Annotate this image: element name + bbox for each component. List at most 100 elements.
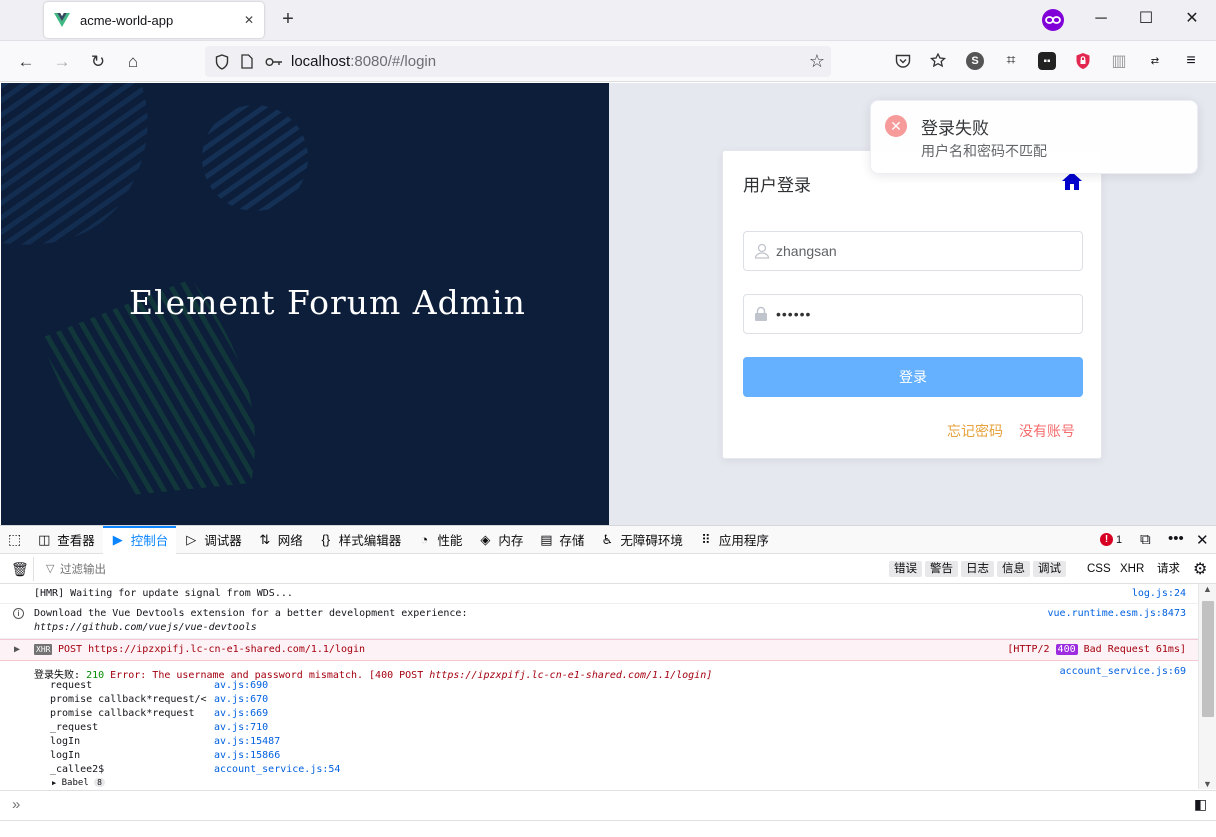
filter-errors-button[interactable]: 错误 bbox=[889, 561, 922, 577]
filter-info-button[interactable]: 信息 bbox=[997, 561, 1030, 577]
translate-icon[interactable]: ⇄ bbox=[1146, 52, 1164, 70]
security-shield-icon[interactable] bbox=[1074, 52, 1092, 70]
close-devtools-icon[interactable]: ✕ bbox=[1196, 531, 1209, 549]
bottom-edge bbox=[0, 820, 1216, 837]
extensions-icon[interactable] bbox=[929, 52, 947, 70]
xhr-request-text: POST https://ipzxpifj.lc-cn-e1-shared.co… bbox=[58, 644, 366, 655]
element-picker-icon[interactable]: ⬚ bbox=[0, 526, 29, 554]
filter-input[interactable]: 过滤输出 bbox=[60, 561, 106, 577]
sidebar-toggle-icon[interactable]: ◧ bbox=[1194, 796, 1207, 813]
tab-network[interactable]: ⇅ 网络 bbox=[250, 526, 311, 554]
tab-debugger[interactable]: ▷ 调试器 bbox=[176, 526, 250, 554]
filter-debug-button[interactable]: 调试 bbox=[1033, 561, 1066, 577]
close-window-button[interactable]: ✕ bbox=[1181, 8, 1203, 30]
error-line: 登录失败: 210 Error: The username and passwo… bbox=[34, 666, 712, 681]
notification-message: 用户名和密码不匹配 bbox=[921, 143, 1047, 159]
pocket-icon[interactable] bbox=[894, 52, 912, 70]
tab-storage[interactable]: ▤ 存储 bbox=[531, 526, 592, 554]
status-text: Bad Request 61ms] bbox=[1083, 644, 1186, 655]
forward-icon[interactable]: → bbox=[50, 50, 74, 74]
stack-function: logIn bbox=[50, 750, 81, 761]
bookmark-star-icon[interactable]: ☆ bbox=[809, 51, 825, 72]
reload-icon[interactable]: ↻ bbox=[86, 50, 110, 74]
stack-location[interactable]: av.js:690 bbox=[214, 680, 268, 691]
notification-title: 登录失败 bbox=[921, 119, 989, 138]
tab-label: 存储 bbox=[559, 534, 585, 548]
username-field[interactable]: zhangsan bbox=[743, 231, 1083, 271]
tab-label: 应用程序 bbox=[718, 534, 769, 548]
user-icon bbox=[754, 243, 770, 259]
stack-location[interactable]: av.js:669 bbox=[214, 708, 268, 719]
tab-style-editor[interactable]: {} 样式编辑器 bbox=[311, 526, 410, 554]
new-tab-button[interactable]: + bbox=[276, 8, 300, 32]
browser-tab[interactable]: acme-world-app ✕ bbox=[44, 2, 264, 38]
brand-title: Element Forum Admin bbox=[129, 283, 526, 322]
forgot-password-link[interactable]: 忘记密码 bbox=[947, 421, 1003, 441]
console-row: i Download the Vue Devtools extension fo… bbox=[0, 604, 1198, 639]
s-extension-icon[interactable]: S bbox=[966, 52, 984, 70]
tab-console[interactable]: ▶ 控制台 bbox=[102, 525, 177, 554]
log-link[interactable]: https://github.com/vuejs/vue-devtools bbox=[34, 622, 257, 633]
error-counter[interactable]: ! 1 bbox=[1100, 533, 1122, 546]
error-url[interactable]: https://ipzxpifj.lc-cn-e1-shared.com/1.1… bbox=[429, 670, 712, 681]
stack-location[interactable]: account_service.js:54 bbox=[214, 764, 340, 775]
tab-inspector[interactable]: ◫ 查看器 bbox=[29, 526, 103, 554]
stack-function: promise callback*request/< bbox=[50, 694, 207, 705]
trash-icon[interactable]: 🗑 bbox=[11, 561, 29, 578]
more-options-icon[interactable]: ••• bbox=[1168, 530, 1184, 547]
settings-gear-icon[interactable]: ⚙ bbox=[1193, 559, 1207, 579]
tab-memory[interactable]: ◈ 内存 bbox=[470, 526, 531, 554]
filter-funnel-icon: ▽ bbox=[46, 563, 55, 575]
crop-icon[interactable]: ⌗ bbox=[1002, 52, 1020, 70]
password-field[interactable]: •••••• bbox=[743, 294, 1083, 334]
tab-label: 样式编辑器 bbox=[338, 534, 402, 548]
url-path: :8080/#/login bbox=[350, 53, 437, 70]
filter-warnings-button[interactable]: 警告 bbox=[925, 561, 958, 577]
close-tab-icon[interactable]: ✕ bbox=[244, 13, 254, 27]
home-icon[interactable]: ⌂ bbox=[121, 50, 145, 74]
scroll-up-icon[interactable]: ▲ bbox=[1203, 584, 1212, 594]
tab-label: 控制台 bbox=[130, 534, 169, 548]
xhr-error-row[interactable]: ▶ XHR POST https://ipzxpifj.lc-cn-e1-sha… bbox=[0, 639, 1198, 661]
log-source-link[interactable]: vue.runtime.esm.js:8473 bbox=[1048, 608, 1186, 619]
console-input[interactable]: » ◧ bbox=[0, 790, 1216, 820]
reader-icon[interactable]: ▥ bbox=[1110, 52, 1128, 70]
scrollbar-thumb[interactable] bbox=[1202, 601, 1214, 717]
stack-location[interactable]: av.js:15866 bbox=[214, 750, 280, 761]
log-message: Download the Vue Devtools extension for … bbox=[34, 608, 468, 619]
error-notification: ✕ 登录失败 用户名和密码不匹配 bbox=[870, 100, 1198, 174]
filter-css-button[interactable]: CSS bbox=[1087, 561, 1111, 577]
stack-location[interactable]: av.js:670 bbox=[214, 694, 268, 705]
expand-arrow-icon[interactable]: ▶ bbox=[14, 644, 20, 655]
dark-extension-icon[interactable]: ▪▪ bbox=[1038, 52, 1056, 70]
stack-location[interactable]: av.js:710 bbox=[214, 722, 268, 733]
filter-logs-button[interactable]: 日志 bbox=[961, 561, 994, 577]
console-scrollbar[interactable]: ▲ ▼ bbox=[1198, 584, 1216, 789]
babel-group-toggle[interactable]: ▶ Babel 8 bbox=[52, 778, 105, 788]
dock-side-icon[interactable]: ⧉ bbox=[1140, 531, 1151, 548]
error-icon: ✕ bbox=[885, 115, 907, 137]
expand-arrow-icon: ▶ bbox=[52, 779, 57, 787]
tab-application[interactable]: ⠿ 应用程序 bbox=[691, 526, 777, 554]
inspector-icon: ◫ bbox=[38, 531, 51, 547]
home-icon[interactable] bbox=[1061, 171, 1083, 191]
filter-requests-button[interactable]: 请求 bbox=[1157, 561, 1180, 577]
maximize-button[interactable]: ☐ bbox=[1135, 8, 1157, 30]
gauge-icon: ◔ bbox=[420, 532, 429, 547]
console-filter-bar: 🗑 ▽ 过滤输出 错误 警告 日志 信息 调试 CSS XHR 请求 ⚙ bbox=[0, 555, 1216, 584]
tab-performance[interactable]: ◔ 性能 bbox=[409, 526, 470, 554]
navigation-bar: ← → ↻ ⌂ localhost:8080/#/login ☆ S ⌗ ▪▪ … bbox=[0, 41, 1216, 82]
minimize-button[interactable]: ─ bbox=[1090, 8, 1112, 30]
log-source-link[interactable]: account_service.js:69 bbox=[1060, 666, 1186, 677]
scroll-down-icon[interactable]: ▼ bbox=[1203, 779, 1212, 789]
filter-xhr-button[interactable]: XHR bbox=[1120, 561, 1144, 577]
url-bar[interactable]: localhost:8080/#/login ☆ bbox=[205, 46, 831, 77]
register-link[interactable]: 没有账号 bbox=[1019, 421, 1075, 441]
menu-icon[interactable]: ≡ bbox=[1182, 52, 1200, 70]
status-code-badge: 400 bbox=[1055, 644, 1078, 655]
stack-location[interactable]: av.js:15487 bbox=[214, 736, 280, 747]
tab-accessibility[interactable]: ♿ 无障碍环境 bbox=[592, 526, 691, 554]
back-icon[interactable]: ← bbox=[14, 50, 38, 74]
log-source-link[interactable]: log.js:24 bbox=[1132, 588, 1186, 599]
login-button[interactable]: 登录 bbox=[743, 357, 1083, 397]
